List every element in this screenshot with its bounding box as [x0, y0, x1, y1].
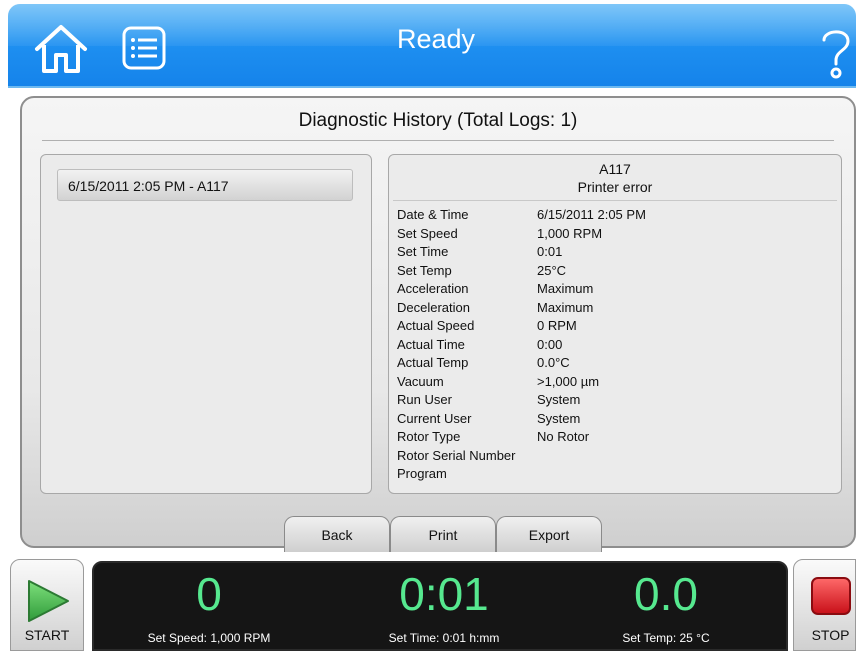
log-list[interactable]: 6/15/2011 2:05 PM - A117 [40, 154, 372, 494]
field-label: Acceleration [397, 281, 469, 296]
field-value: 0.0°C [537, 355, 570, 370]
temp-readout: 0.0 Set Temp: 25 °C [571, 567, 761, 645]
field-label: Set Speed [397, 225, 458, 241]
field-label: Actual Time [397, 336, 465, 352]
error-code: A117 [599, 161, 631, 177]
temp-value: 0.0 [634, 568, 698, 620]
field-label: Program [397, 466, 447, 481]
print-button[interactable]: Print [390, 516, 496, 552]
set-speed-label: Set Speed: 1,000 RPM [147, 631, 271, 645]
detail-row: Vacuum >1,000 µm [397, 372, 827, 391]
stop-icon [811, 577, 851, 615]
menu-list-button[interactable] [121, 25, 167, 71]
field-label: Actual Temp [397, 355, 469, 370]
field-value: Maximum [537, 299, 594, 315]
export-button[interactable]: Export [496, 516, 602, 552]
detail-row: Current User System [397, 409, 827, 428]
error-message: Printer error [577, 179, 653, 195]
action-tabs: Back Print Export [284, 516, 602, 552]
field-value: 1,000 RPM [537, 225, 603, 241]
home-icon [35, 25, 87, 73]
stop-label: STOP [811, 627, 850, 643]
back-button[interactable]: Back [284, 516, 390, 552]
log-list-item[interactable]: 6/15/2011 2:05 PM - A117 [57, 169, 353, 201]
detail-row: Rotor Serial Number [397, 446, 827, 465]
start-label: START [24, 627, 70, 643]
field-value: 0:01 [537, 244, 563, 259]
play-icon [28, 580, 69, 622]
detail-row: Set Time 0:01 [397, 242, 827, 261]
title-divider [42, 140, 834, 141]
start-button[interactable]: START [10, 559, 84, 651]
list-icon [122, 26, 166, 70]
help-button[interactable] [816, 24, 856, 80]
detail-row: Run User System [397, 390, 827, 409]
detail-row: Set Speed 1,000 RPM [397, 224, 827, 243]
detail-row: Actual Temp 0.0°C [397, 353, 827, 372]
field-label: Date & Time [397, 207, 469, 222]
detail-row: Deceleration Maximum [397, 298, 827, 317]
field-label: Rotor Type [397, 429, 461, 444]
field-label: Rotor Serial Number [397, 447, 516, 463]
stop-button[interactable]: STOP [793, 559, 856, 651]
speed-value: 0 [196, 568, 222, 620]
field-value: 0:00 [537, 336, 563, 352]
detail-row: Date & Time 6/15/2011 2:05 PM [397, 205, 827, 224]
field-value: System [537, 392, 581, 407]
field-label: Vacuum [397, 373, 444, 389]
detail-row: Set Temp 25°C [397, 261, 827, 280]
detail-row: Rotor Type No Rotor [397, 427, 827, 446]
field-value: Maximum [537, 281, 594, 296]
detail-row: Actual Speed 0 RPM [397, 316, 827, 335]
speed-readout: 0 Set Speed: 1,000 RPM [114, 567, 304, 645]
field-value: 25°C [537, 262, 567, 278]
field-label: Current User [397, 410, 472, 426]
set-temp-label: Set Temp: 25 °C [622, 631, 710, 645]
detail-row: Actual Time 0:00 [397, 335, 827, 354]
home-button[interactable] [33, 23, 89, 75]
field-label: Set Temp [397, 262, 452, 278]
detail-row: Program [397, 464, 827, 483]
field-value: No Rotor [537, 429, 590, 444]
run-status-display: 0 Set Speed: 1,000 RPM 0:01 Set Time: 0:… [92, 561, 788, 651]
help-question-icon [822, 30, 850, 79]
header-bar: Ready [8, 4, 856, 88]
field-value: >1,000 µm [537, 373, 600, 389]
detail-fields: Date & Time 6/15/2011 2:05 PM Set Speed 1,… [397, 205, 827, 483]
field-value: 0 RPM [537, 318, 577, 333]
diagnostic-history-panel: Diagnostic History (Total Logs: 1) 6/15/… [20, 96, 856, 552]
screen-title: Ready [396, 24, 476, 54]
app-screen: Ready Diagnostic History (Total Logs: 1)… [0, 0, 856, 651]
field-label: Deceleration [397, 299, 470, 315]
field-value: System [537, 410, 581, 426]
detail-divider [393, 200, 837, 201]
field-label: Set Time [397, 244, 449, 259]
set-time-label: Set Time: 0:01 h:mm [388, 631, 500, 645]
field-value: 6/15/2011 2:05 PM [537, 207, 646, 222]
field-label: Actual Speed [397, 318, 475, 333]
detail-row: Acceleration Maximum [397, 279, 827, 298]
time-value: 0:01 [399, 568, 489, 620]
log-detail-pane: A117 Printer error Date & Time 6/15/2011 … [388, 154, 842, 494]
panel-title: Diagnostic History (Total Logs: 1) [298, 110, 578, 131]
time-readout: 0:01 Set Time: 0:01 h:mm [349, 567, 539, 645]
field-label: Run User [397, 392, 452, 407]
